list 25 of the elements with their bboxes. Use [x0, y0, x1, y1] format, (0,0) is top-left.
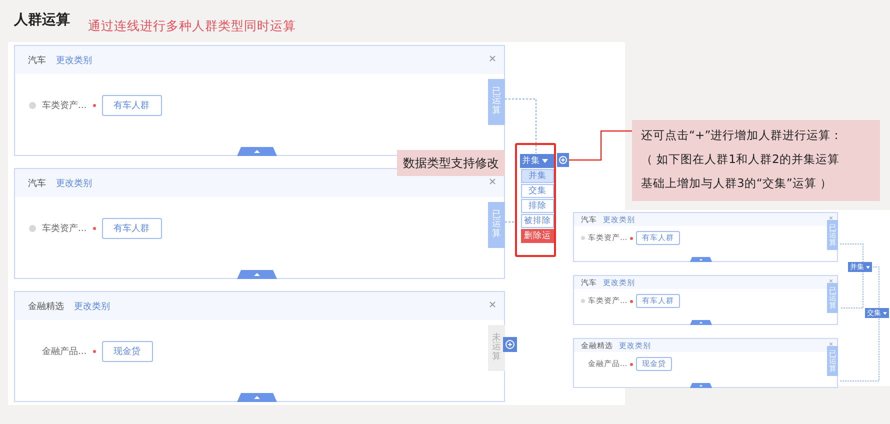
callout-text: 数据类型支持修改: [403, 155, 499, 172]
change-category-link[interactable]: 更改类别: [56, 54, 92, 66]
field-label: 金融产品...: [42, 346, 87, 358]
callout-text: （ 如下图在人群1和人群2的并集运算: [641, 151, 840, 168]
delete-option[interactable]: 删除运: [521, 229, 554, 243]
operation-option[interactable]: 交集: [521, 184, 554, 198]
callout-text: 基础上增加与人群3的“交集”运算 ）: [641, 175, 834, 192]
operation-dropdown[interactable]: 并集: [520, 154, 554, 168]
change-category-link[interactable]: 更改类别: [74, 300, 110, 312]
status-tab[interactable]: 未运算: [488, 325, 505, 371]
field-label: 车类资产...: [42, 100, 87, 112]
operation-option[interactable]: 被排除: [521, 214, 554, 228]
change-category-link[interactable]: 更改类别: [56, 176, 92, 190]
value-button[interactable]: 有车人群: [102, 218, 162, 238]
field-label: 车类资产...: [42, 222, 87, 234]
card-category: 金融精选: [28, 300, 64, 312]
value-button[interactable]: 有车人群: [102, 94, 162, 116]
card-category: 汽车: [28, 178, 46, 190]
value-button[interactable]: 现金贷: [102, 340, 153, 362]
annotation-text: 通过连线进行多种人群类型同时运算: [88, 17, 296, 35]
operation-option[interactable]: 并集: [521, 169, 554, 183]
page-title: 人群运算: [14, 11, 70, 30]
callout-text: 还可点击“+”进行增加人群进行运算：: [641, 127, 844, 144]
operation-option[interactable]: 排除: [521, 199, 554, 213]
card-category: 汽车: [28, 54, 46, 66]
